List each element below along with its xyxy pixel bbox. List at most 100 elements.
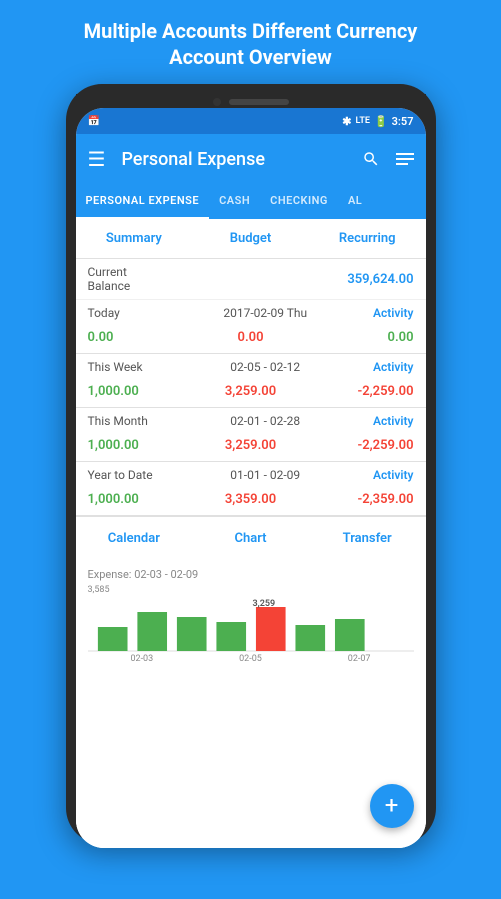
hamburger-menu-button[interactable] [88,147,106,171]
chart-label: Expense: 02-03 - 02-09 [88,568,414,581]
search-button[interactable] [362,150,380,168]
tab-summary[interactable]: Summary [76,219,193,258]
today-label: Today [88,306,158,320]
page-header: Multiple Accounts Different Currency Acc… [64,0,438,84]
status-bar: 📅 ✱ LTE 🔋 3:57 [76,108,426,134]
phone-screen: 📅 ✱ LTE 🔋 3:57 Personal Expense [76,108,426,848]
month-income: 1,000.00 [88,438,139,453]
week-activity[interactable]: Activity [373,360,414,374]
chart-bar-4 [216,622,246,651]
month-label: This Month [88,414,158,428]
bluetooth-icon: ✱ [342,115,351,128]
content-area: Summary Budget Recurring Current Balance… [76,219,426,848]
ytd-label: Year to Date [88,468,158,482]
calendar-button[interactable]: Calendar [76,525,193,552]
status-right: ✱ LTE 🔋 3:57 [342,115,413,128]
week-income-col: 1,000.00 [88,380,197,399]
ytd-income: 1,000.00 [88,492,139,507]
bottom-actions: Calendar Chart Transfer [76,516,426,560]
transfer-button[interactable]: Transfer [309,525,426,552]
chart-x-label-3: 02-07 [348,654,371,664]
chart-bar-value: 3,259 [253,599,276,609]
today-income-col: 0.00 [88,326,197,345]
month-expense: 3,259.00 [225,438,276,453]
ytd-income-col: 1,000.00 [88,488,197,507]
tab-personal-expense[interactable]: PERSONAL EXPENSE [76,184,210,219]
week-label: This Week [88,360,158,374]
week-expense-col: 3,259.00 [196,380,305,399]
fab-add-button[interactable]: + [370,784,414,828]
ytd-expense: 3,359.00 [225,492,276,507]
tab-budget[interactable]: Budget [192,219,309,258]
battery-icon: 🔋 [374,115,388,128]
month-income-col: 1,000.00 [88,434,197,453]
current-balance-row: Current Balance 359,624.00 [76,259,426,300]
ytd-values: 1,000.00 3,359.00 -2,359.00 [76,484,426,516]
week-expense: 3,259.00 [225,384,276,399]
chart-svg [88,597,414,652]
week-income: 1,000.00 [88,384,139,399]
chart-bar-3 [176,617,206,651]
today-header: Today 2017-02-09 Thu Activity [76,300,426,322]
chart-button[interactable]: Chart [192,525,309,552]
summary-tabs: Summary Budget Recurring [76,219,426,259]
today-date: 2017-02-09 Thu [158,306,373,320]
chart-section: Expense: 02-03 - 02-09 3,585 [76,560,426,848]
month-header: This Month 02-01 - 02-28 Activity [76,408,426,430]
tab-al[interactable]: AL [338,184,372,219]
chart-bar-2 [137,612,167,651]
month-date: 02-01 - 02-28 [158,414,373,428]
balance-value: 359,624.00 [347,272,413,287]
ytd-activity[interactable]: Activity [373,468,414,482]
week-date: 02-05 - 02-12 [158,360,373,374]
tab-checking[interactable]: CHECKING [260,184,338,219]
month-net-col: -2,259.00 [305,434,414,453]
today-expense-col: 0.00 [196,326,305,345]
month-activity[interactable]: Activity [373,414,414,428]
lte-icon: LTE [356,116,370,126]
month-net: -2,259.00 [357,438,413,453]
ytd-net: -2,359.00 [357,492,413,507]
month-values: 1,000.00 3,259.00 -2,259.00 [76,430,426,462]
chart-bar-1 [97,627,127,651]
app-bar-icons [362,150,414,168]
today-activity[interactable]: Activity [373,306,414,320]
filter-menu-button[interactable] [396,153,414,165]
week-header: This Week 02-05 - 02-12 Activity [76,354,426,376]
today-values: 0.00 0.00 0.00 [76,322,426,354]
today-income: 0.00 [88,330,114,345]
time-display: 3:57 [392,115,414,128]
balance-label: Current Balance [88,265,158,293]
app-title: Personal Expense [121,149,361,170]
phone-frame: 📅 ✱ LTE 🔋 3:57 Personal Expense [66,84,436,844]
today-expense: 0.00 [238,330,264,345]
week-net: -2,259.00 [357,384,413,399]
ytd-date: 01-01 - 02-09 [158,468,373,482]
chart-x-label-2: 02-05 [239,654,262,664]
chart-bar-5-red [255,607,285,651]
today-net-col: 0.00 [305,326,414,345]
chart-bar-7 [334,619,364,651]
fab-plus-icon: + [385,793,399,817]
speaker [229,99,289,105]
phone-notch [76,94,426,108]
chart-y-value: 3,585 [88,585,110,595]
filter-icon [396,153,414,165]
chart-bar-6 [295,625,325,651]
status-left: 📅 [88,116,100,127]
tab-recurring[interactable]: Recurring [309,219,426,258]
month-expense-col: 3,259.00 [196,434,305,453]
account-tabs: PERSONAL EXPENSE CASH CHECKING AL [76,184,426,219]
ytd-net-col: -2,359.00 [305,488,414,507]
week-values: 1,000.00 3,259.00 -2,259.00 [76,376,426,408]
ytd-header: Year to Date 01-01 - 02-09 Activity [76,462,426,484]
chart-x-label-1: 02-03 [130,654,153,664]
tab-cash[interactable]: CASH [209,184,260,219]
chart-x-labels: 02-03 02-05 02-07 [88,652,414,666]
today-net: 0.00 [388,330,414,345]
calendar-status-icon: 📅 [88,116,100,127]
camera [213,98,221,106]
app-bar: Personal Expense [76,134,426,184]
ytd-expense-col: 3,359.00 [196,488,305,507]
week-net-col: -2,259.00 [305,380,414,399]
